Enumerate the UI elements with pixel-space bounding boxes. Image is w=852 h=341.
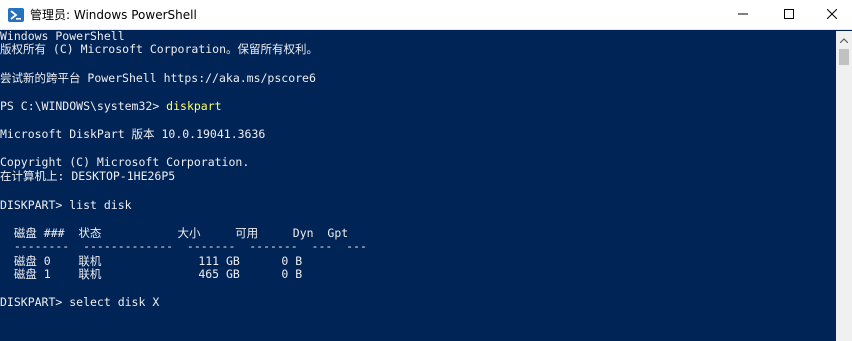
console-line: 版权所有 (C) Microsoft Corporation。保留所有权利。: [0, 42, 319, 56]
maximize-icon: [784, 6, 794, 24]
window-title: 管理员: Windows PowerShell: [30, 8, 197, 22]
scroll-up-button[interactable]: [836, 31, 852, 47]
console-line: Windows PowerShell: [0, 29, 125, 43]
console-line: Copyright (C) Microsoft Corporation.: [0, 155, 250, 169]
close-button[interactable]: [812, 0, 852, 29]
powershell-icon: [8, 7, 24, 23]
console-line: DISKPART> list disk: [0, 198, 132, 212]
powershell-window: 管理员: Windows PowerShell Windows PowerShe…: [0, 0, 852, 341]
console-line: 尝试新的跨平台 PowerShell https://aka.ms/pscore…: [0, 71, 316, 85]
title-bar[interactable]: 管理员: Windows PowerShell: [0, 0, 852, 30]
command-text: diskpart: [166, 99, 222, 113]
vertical-scrollbar[interactable]: [836, 31, 852, 341]
table-row: 磁盘 0 联机 111 GB 0 B: [0, 254, 303, 268]
table-separator: -------- ------------- ------- ------- -…: [0, 239, 367, 253]
console-line: PS C:\WINDOWS\system32> diskpart: [0, 99, 222, 113]
console-line: Microsoft DiskPart 版本 10.0.19041.3636: [0, 127, 266, 141]
console-output[interactable]: Windows PowerShell 版权所有 (C) Microsoft Co…: [0, 29, 836, 341]
scroll-thumb[interactable]: [839, 49, 849, 65]
console-line: 在计算机上: DESKTOP-1HE26P5: [0, 169, 176, 183]
table-header: 磁盘 ### 状态 大小 可用 Dyn Gpt: [0, 226, 349, 240]
table-row: 磁盘 1 联机 465 GB 0 B: [0, 267, 303, 281]
close-icon: [826, 6, 838, 24]
maximize-button[interactable]: [766, 0, 812, 29]
minimize-icon: [738, 6, 748, 24]
prompt-text: PS C:\WINDOWS\system32>: [0, 99, 167, 113]
chevron-up-icon: [839, 30, 849, 48]
minimize-button[interactable]: [720, 0, 766, 29]
console-line: DISKPART> select disk X: [0, 295, 160, 309]
